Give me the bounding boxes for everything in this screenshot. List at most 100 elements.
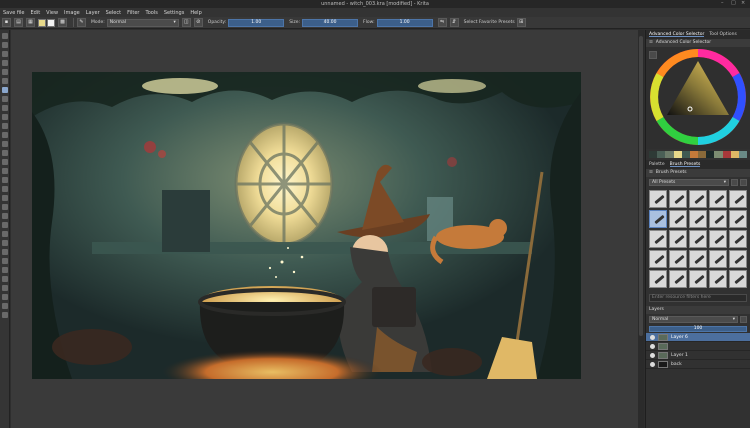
tab-advanced-color-selector[interactable]: Advanced Color Selector [649,32,705,37]
eraser-mode-icon[interactable]: ◫ [181,18,191,27]
layer-blend-mode-select[interactable]: Normal [649,316,738,323]
brush-preset[interactable] [649,230,667,248]
mirror-horizontal-icon[interactable]: ⇋ [437,18,447,27]
menu-edit[interactable]: Edit [30,10,40,16]
workspace-icon[interactable]: ⊞ [516,18,526,27]
painting-canvas[interactable] [32,72,581,379]
brush-preset[interactable] [669,230,687,248]
gradient-icon[interactable]: ▦ [26,18,35,27]
menu-help[interactable]: Help [190,10,201,16]
menu-select[interactable]: Select [106,10,121,16]
brush-preset[interactable] [689,230,707,248]
polygon-tool-icon[interactable] [2,123,8,129]
tab-brush-presets[interactable]: Brush Presets [669,162,701,167]
brush-preset[interactable] [729,270,747,288]
brush-preset-icon[interactable]: ✎ [77,18,86,27]
dynamic-brush-tool-icon[interactable] [2,159,8,165]
color-wheel[interactable] [646,47,750,149]
foreground-color-swatch[interactable] [38,18,46,27]
brush-preset[interactable] [669,270,687,288]
measure-tool-icon[interactable] [2,231,8,237]
brush-preset[interactable] [709,210,727,228]
favorite-presets-label[interactable]: Select Favorite Presets [464,20,515,25]
brush-preset[interactable] [689,210,707,228]
menu-layer[interactable]: Layer [86,10,100,16]
assistant-tool-icon[interactable] [2,222,8,228]
fill-tool-icon[interactable] [2,177,8,183]
brush-preset[interactable] [709,190,727,208]
color-picker-tool-icon[interactable] [2,195,8,201]
transform-tool-icon[interactable] [2,33,8,39]
bezier-tool-icon[interactable] [2,141,8,147]
brush-preset[interactable] [689,270,707,288]
brush-preset[interactable] [729,210,747,228]
brush-preset[interactable] [649,250,667,268]
crop-tool-icon[interactable] [2,51,8,57]
layer-row[interactable]: Layer 6 [646,333,750,342]
blend-mode-select[interactable]: Normal [106,18,179,27]
close-icon[interactable]: × [741,1,746,6]
zoom-tool-icon[interactable] [2,303,8,309]
color-selector-area[interactable] [646,47,750,149]
move-tool-icon[interactable] [2,42,8,48]
layer-row[interactable] [646,342,750,351]
flow-slider[interactable]: 1.00 [376,18,433,27]
pan-tool-icon[interactable] [2,312,8,318]
ellipse-select-tool-icon[interactable] [2,258,8,264]
polygon-select-tool-icon[interactable] [2,267,8,273]
minimize-icon[interactable]: – [721,1,726,6]
recent-colors-row[interactable] [649,151,748,158]
canvas-vertical-scrollbar[interactable] [638,30,644,428]
maximize-icon[interactable]: □ [731,1,736,6]
size-slider[interactable]: 40.00 [302,18,359,27]
brush-preset[interactable] [689,190,707,208]
menu-tools[interactable]: Tools [146,10,158,16]
brush-preset[interactable] [709,270,727,288]
open-folder-icon[interactable]: ▤ [14,18,23,27]
menu-settings[interactable]: Settings [164,10,185,16]
tag-options-icon[interactable] [731,179,738,186]
brush-preset[interactable] [649,270,667,288]
calligraphy-tool-icon[interactable] [2,78,8,84]
visibility-eye-icon[interactable] [650,352,655,358]
menu-view[interactable]: View [46,10,58,16]
mirror-vertical-icon[interactable]: ⇵ [449,18,459,27]
layer-properties-icon[interactable] [740,316,747,323]
menu-filter[interactable]: Filter [127,10,139,16]
rectangle-tool-icon[interactable] [2,105,8,111]
visibility-eye-icon[interactable] [650,334,655,340]
line-tool-icon[interactable] [2,96,8,102]
brush-preset[interactable] [669,250,687,268]
brush-preset[interactable] [649,190,667,208]
scrollbar-thumb[interactable] [639,36,643,336]
brush-preset[interactable] [729,190,747,208]
gradient-tool-icon[interactable] [2,186,8,192]
brush-preset[interactable] [669,190,687,208]
brush-preset[interactable] [709,250,727,268]
alpha-lock-icon[interactable]: ⊘ [193,18,203,27]
tab-tool-options[interactable]: Tool Options [709,32,737,37]
resource-filter-input[interactable]: Enter resource filters here [649,294,747,302]
pattern-icon[interactable]: ▩ [58,18,67,27]
text-tool-icon[interactable] [2,60,8,66]
freehand-path-tool-icon[interactable] [2,150,8,156]
brush-preset[interactable] [669,210,687,228]
visibility-eye-icon[interactable] [650,343,655,349]
shape-select-tool-icon[interactable] [2,69,8,75]
save-icon[interactable]: ▪ [2,18,11,27]
opacity-slider[interactable]: 1.00 [228,18,285,27]
brush-preset-selected[interactable] [649,210,667,228]
background-color-swatch[interactable] [47,18,55,27]
ellipse-tool-icon[interactable] [2,114,8,120]
brush-preset[interactable] [689,250,707,268]
freehand-brush-tool-icon[interactable] [2,87,8,93]
layer-opacity-slider[interactable]: 100 [649,326,747,332]
layer-row[interactable]: back [646,360,750,369]
menu-image[interactable]: Image [64,10,80,16]
brush-preset[interactable] [709,230,727,248]
visibility-eye-icon[interactable] [650,361,655,367]
brush-preset[interactable] [729,250,747,268]
menu-save-file[interactable]: Save file [3,10,24,16]
tab-palette[interactable]: Palette [649,162,665,167]
smart-patch-tool-icon[interactable] [2,213,8,219]
